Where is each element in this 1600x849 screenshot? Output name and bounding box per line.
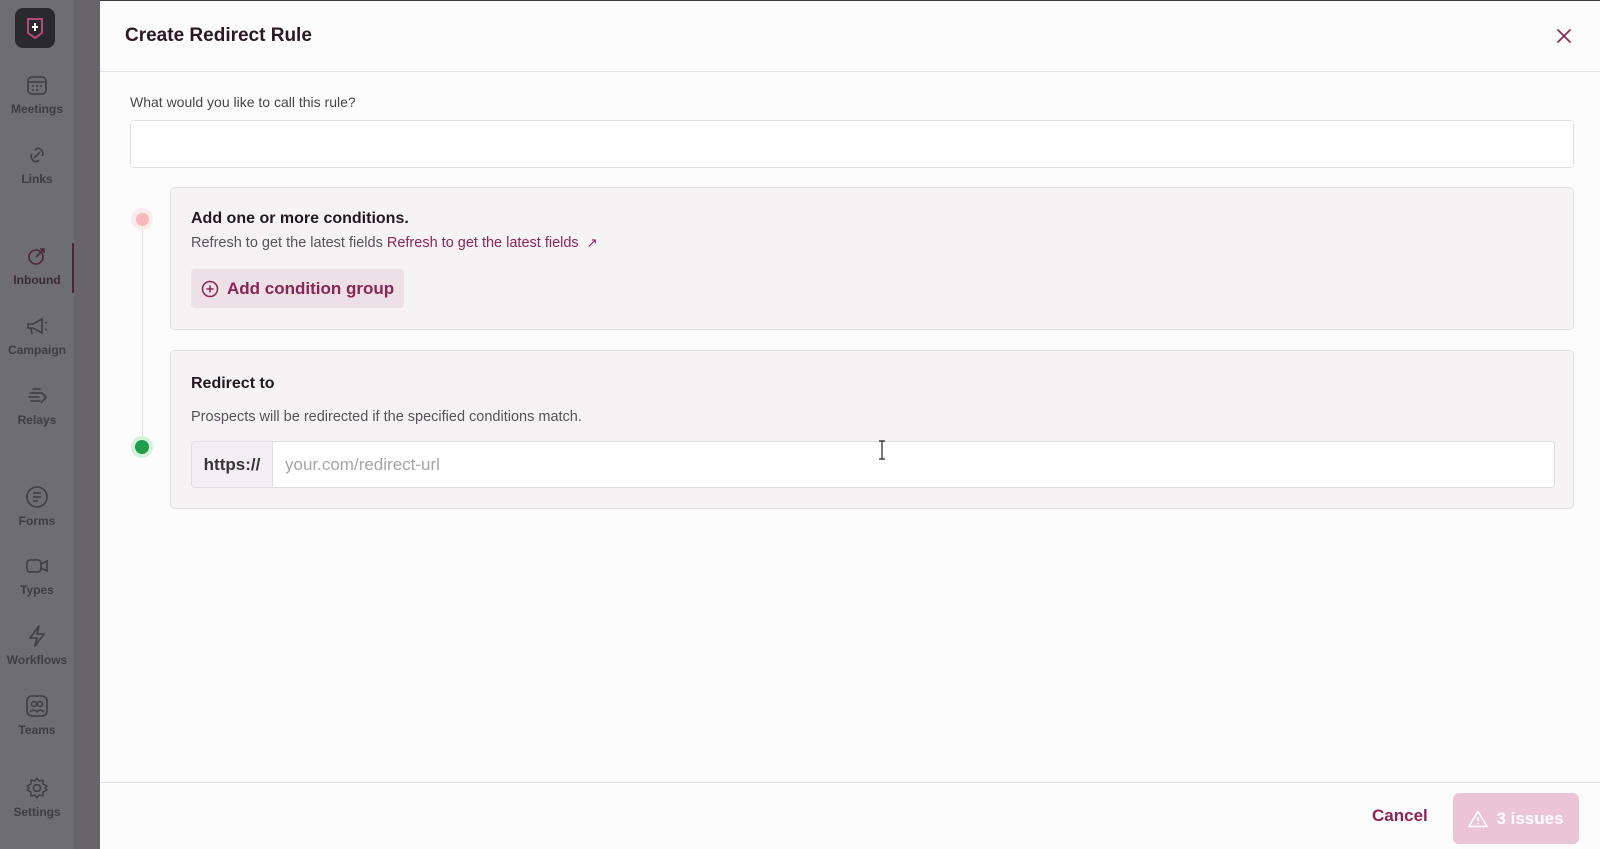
text-cursor-icon	[879, 440, 885, 460]
sidebar-item-label: Settings	[13, 805, 61, 819]
conditions-card: Add one or more conditions. Refresh to g…	[170, 187, 1574, 330]
team-icon	[26, 695, 48, 717]
sidebar-item-label: Campaign	[7, 343, 66, 357]
panel-header: Create Redirect Rule	[100, 1, 1600, 72]
refresh-fields-link[interactable]: Refresh to get the latest fields ↗	[387, 235, 598, 251]
sidebar-item-label: Forms	[18, 514, 56, 528]
step-complete-dot	[131, 436, 153, 458]
sidebar-item-campaign[interactable]: Campaign	[0, 313, 74, 357]
lightning-icon	[29, 625, 45, 647]
redirect-url-input[interactable]	[273, 442, 1554, 487]
sidebar-item-label: Inbound	[13, 273, 61, 287]
sidebar-item-label: Workflows	[6, 653, 68, 667]
sidebar: Meetings Links Inbound Campaign Relays F…	[0, 0, 100, 849]
sidebar-item-types[interactable]: Types	[0, 553, 74, 597]
sidebar-item-label: Links	[21, 172, 53, 186]
issues-button[interactable]: 3 issues	[1453, 793, 1579, 844]
add-condition-group-button[interactable]: Add condition group	[191, 269, 405, 308]
sidebar-item-settings[interactable]: Settings	[0, 775, 74, 819]
redirect-card: Redirect to Prospects will be redirected…	[170, 350, 1574, 509]
sidebar-item-forms[interactable]: Forms	[0, 484, 74, 528]
conditions-subtitle: Refresh to get the latest fields Refresh…	[191, 235, 598, 251]
hand-icon	[28, 388, 48, 404]
sidebar-item-teams[interactable]: Teams	[0, 693, 74, 737]
rule-name-input[interactable]	[130, 120, 1574, 168]
redirect-subtitle: Prospects will be redirected if the spec…	[191, 409, 582, 425]
inbound-icon	[28, 248, 45, 265]
app-logo[interactable]	[15, 8, 55, 48]
close-icon	[1557, 29, 1571, 43]
step-timeline-line	[142, 222, 143, 446]
close-button[interactable]	[1552, 24, 1576, 48]
url-prefix: https://	[192, 442, 273, 487]
sidebar-item-label: Types	[20, 583, 54, 597]
sidebar-item-label: Meetings	[10, 102, 63, 116]
warning-icon	[1468, 810, 1489, 827]
sidebar-item-links[interactable]: Links	[0, 142, 74, 186]
plus-circle-icon	[201, 280, 219, 297]
step-pending-dot	[131, 208, 153, 230]
logo-icon	[27, 18, 43, 40]
megaphone-icon	[27, 317, 48, 335]
sidebar-item-inbound[interactable]: Inbound	[0, 243, 74, 287]
external-link-icon: ↗	[586, 235, 598, 250]
gear-icon	[26, 777, 48, 799]
rule-name-label: What would you like to call this rule?	[130, 94, 356, 110]
sidebar-item-workflows[interactable]: Workflows	[0, 623, 74, 667]
calendar-icon	[27, 76, 47, 95]
redirect-url-group: https://	[191, 441, 1555, 488]
redirect-title: Redirect to	[191, 375, 275, 392]
sidebar-item-relays[interactable]: Relays	[0, 383, 74, 427]
sidebar-item-label: Teams	[18, 723, 56, 737]
cancel-button[interactable]: Cancel	[1366, 799, 1434, 833]
conditions-title: Add one or more conditions.	[191, 210, 409, 227]
issues-label: 3 issues	[1496, 808, 1564, 828]
video-icon	[26, 559, 48, 573]
sidebar-edge	[74, 0, 100, 849]
conditions-subtitle-text: Refresh to get the latest fields	[191, 235, 383, 251]
refresh-link-label: Refresh to get the latest fields	[386, 235, 579, 251]
form-icon	[26, 486, 48, 508]
sidebar-item-meetings[interactable]: Meetings	[0, 72, 74, 116]
link-icon	[30, 147, 44, 163]
panel-footer: Cancel 3 issues	[100, 782, 1600, 849]
sidebar-item-label: Relays	[17, 413, 57, 427]
panel-title: Create Redirect Rule	[125, 25, 312, 46]
add-condition-group-label: Add condition group	[227, 278, 395, 298]
